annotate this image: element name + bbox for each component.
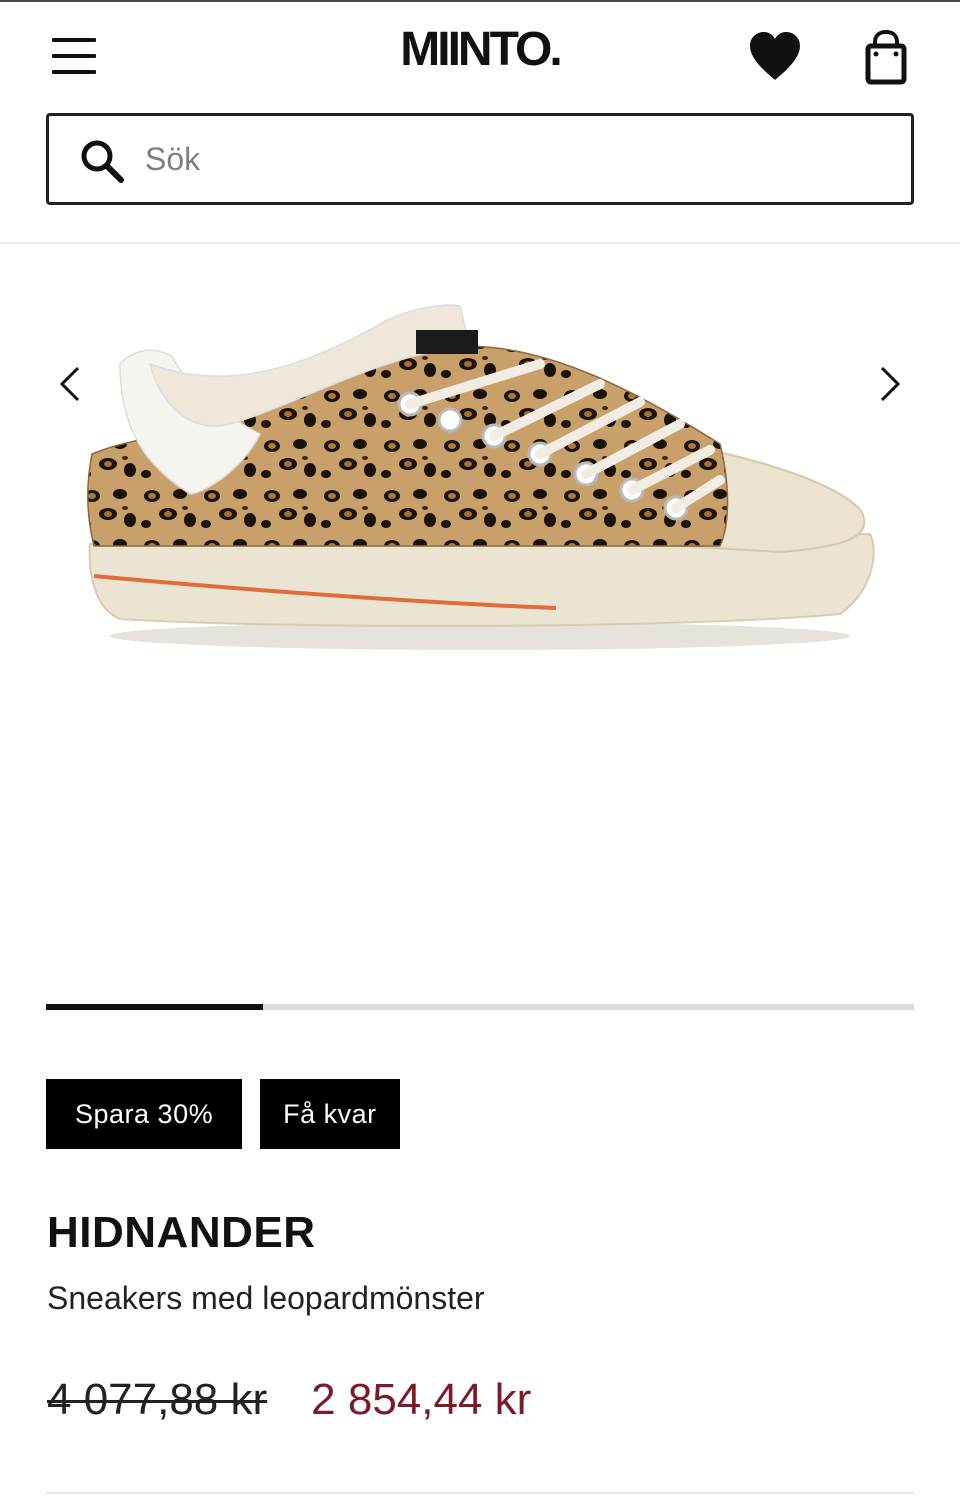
miinto-logo[interactable]: MIINTO. [380,22,580,78]
section-divider [46,1492,914,1494]
carousel-progress-fill [46,1004,263,1010]
carousel-progress [46,1004,914,1010]
sneaker-leopard-image [80,284,880,684]
site-header: MIINTO. [0,2,960,110]
product-badges: Spara 30% Få kvar [46,1079,400,1149]
search-input[interactable] [145,134,885,184]
product-image-carousel[interactable] [0,244,960,1004]
hamburger-menu-icon[interactable] [48,34,100,78]
discount-badge: Spara 30% [46,1079,243,1149]
search-icon [79,138,125,184]
search-bar[interactable] [46,113,914,205]
chevron-right-icon[interactable] [868,362,912,406]
low-stock-badge: Få kvar [260,1079,400,1149]
brand-name[interactable]: HIDNANDER [47,1208,316,1258]
shopping-bag-icon[interactable] [860,29,912,86]
product-name: Sneakers med leopardmönster [47,1280,485,1316]
price-block: 4 077,88 kr 2 854,44 kr [47,1372,531,1428]
heart-icon[interactable] [746,30,804,84]
original-price: 4 077,88 kr [47,1375,268,1424]
sale-price: 2 854,44 kr [311,1375,532,1424]
chevron-left-icon[interactable] [48,362,92,406]
